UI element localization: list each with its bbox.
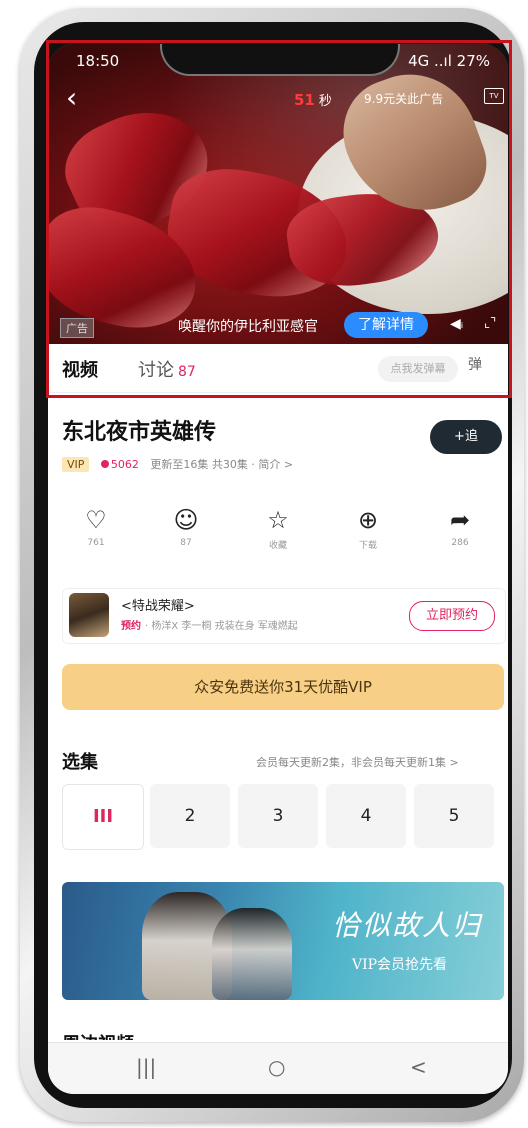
home-button[interactable]: ○ bbox=[268, 1055, 285, 1079]
update-info[interactable]: 更新至16集 共30集 · 简介 > bbox=[150, 458, 293, 471]
fullscreen-icon[interactable]: ⌞⌝ bbox=[484, 316, 496, 331]
learn-more-button[interactable]: 了解详情 bbox=[344, 312, 428, 338]
ad-tag: 广告 bbox=[60, 318, 94, 338]
status-bar: 18:50 4G ..ıl 27% bbox=[48, 44, 508, 78]
booking-desc: · 杨洋X 李一桐 戎装在身 军魂燃起 bbox=[145, 621, 298, 632]
tv-cast-icon[interactable]: TV bbox=[484, 88, 504, 104]
ad-countdown: 51 秒 bbox=[294, 90, 332, 109]
episode-item[interactable]: 3 bbox=[238, 784, 318, 848]
banner-subtitle: VIP会员抢先看 bbox=[352, 957, 448, 973]
video-top-bar: ‹ 51 秒 9.9元关此广告 TV bbox=[48, 84, 508, 114]
heat-value: 5062 bbox=[110, 458, 139, 471]
status-indicators: 4G ..ıl 27% bbox=[408, 52, 490, 70]
follow-button[interactable]: +追 bbox=[430, 420, 502, 454]
episode-item[interactable]: 5 bbox=[414, 784, 494, 848]
booking-title: <特战荣耀> bbox=[121, 599, 195, 614]
book-now-button[interactable]: 立即预约 bbox=[409, 601, 495, 631]
volume-icon[interactable]: ◀ᵢ bbox=[450, 316, 463, 332]
danmu-toggle-icon[interactable]: 弹 bbox=[468, 354, 498, 382]
close-ad-link[interactable]: 9.9元关此广告 bbox=[364, 90, 443, 107]
vip-badge: VIP bbox=[62, 457, 90, 472]
phone-screen: 18:50 4G ..ıl 27% ‹ 51 秒 9.9元关此广告 TV 广告 唤… bbox=[48, 44, 508, 1094]
back-arrow-icon[interactable]: ‹ bbox=[66, 84, 77, 112]
ad-slogan: 唤醒你的伊比利亚感官 bbox=[178, 319, 318, 335]
ad-countdown-unit: 秒 bbox=[318, 94, 332, 109]
promo-drama-banner[interactable]: 恰似故人归 VIP会员抢先看 bbox=[62, 882, 504, 1000]
video-bottom-bar: 广告 唤醒你的伊比利亚感官 了解详情 ◀ᵢ ⌞⌝ bbox=[48, 306, 508, 342]
show-thumbnail bbox=[69, 593, 109, 637]
danmu-input[interactable]: 点我发弹幕 bbox=[378, 356, 458, 382]
share-action[interactable]: ➦ 286 bbox=[430, 506, 490, 548]
comment-count: 87 bbox=[180, 538, 192, 548]
related-videos-heading: 周边视频 bbox=[62, 1030, 134, 1040]
back-button[interactable]: < bbox=[410, 1055, 427, 1079]
tab-discuss-label: 讨论 bbox=[138, 360, 174, 381]
camera-notch bbox=[160, 44, 400, 76]
download-action[interactable]: ⊕ 下载 bbox=[338, 506, 398, 551]
ad-countdown-number: 51 bbox=[294, 91, 315, 109]
video-player[interactable]: 18:50 4G ..ıl 27% ‹ 51 秒 9.9元关此广告 TV 广告 唤… bbox=[48, 44, 508, 344]
status-time: 18:50 bbox=[76, 52, 120, 70]
episode-list: III 2 3 4 5 bbox=[62, 784, 508, 850]
share-count: 286 bbox=[451, 538, 469, 548]
like-count: 761 bbox=[87, 538, 105, 548]
episodes-note[interactable]: 会员每天更新2集，非会员每天更新1集 > bbox=[256, 754, 459, 770]
booking-subtitle: 预约 · 杨洋X 李一桐 戎装在身 军魂燃起 bbox=[121, 617, 298, 632]
episode-item[interactable]: 4 bbox=[326, 784, 406, 848]
booking-tag: 预约 bbox=[121, 621, 141, 632]
tab-discuss[interactable]: 讨论 87 bbox=[138, 356, 196, 382]
episodes-heading: 选集 bbox=[62, 752, 98, 773]
action-row: ♡ 761 ☺ 87 ☆ 收藏 ⊕ 下载 ➦ 286 bbox=[48, 506, 508, 566]
episode-item-playing[interactable]: III bbox=[62, 784, 144, 850]
favorite-action[interactable]: ☆ 收藏 bbox=[248, 506, 308, 551]
episode-item[interactable]: 2 bbox=[150, 784, 230, 848]
system-nav-bar: ||| ○ < bbox=[48, 1042, 508, 1094]
vip-promo-banner[interactable]: 众安免费送你31天优酷VIP bbox=[62, 664, 504, 710]
flame-icon bbox=[100, 460, 109, 468]
booking-card[interactable]: <特战荣耀> 预约 · 杨洋X 李一桐 戎装在身 军魂燃起 立即预约 bbox=[62, 588, 506, 644]
download-label: 下载 bbox=[358, 541, 377, 551]
heat-count: 5062 bbox=[100, 458, 139, 471]
download-icon: ⊕ bbox=[357, 506, 379, 534]
favorite-label: 收藏 bbox=[268, 541, 287, 551]
share-icon: ➦ bbox=[449, 506, 471, 534]
recents-button[interactable]: ||| bbox=[136, 1055, 156, 1079]
comment-action[interactable]: ☺ 87 bbox=[156, 506, 216, 548]
show-meta: VIP 5062 更新至16集 共30集 · 简介 > bbox=[62, 456, 293, 476]
tab-video[interactable]: 视频 bbox=[62, 356, 98, 382]
star-icon: ☆ bbox=[267, 506, 289, 534]
like-action[interactable]: ♡ 761 bbox=[66, 506, 126, 548]
show-title: 东北夜市英雄传 bbox=[62, 420, 217, 445]
content-tabs: 视频 讨论 87 点我发弹幕 弹 bbox=[48, 344, 508, 393]
discuss-count: 87 bbox=[178, 364, 196, 380]
heart-icon: ♡ bbox=[85, 506, 107, 534]
banner-figure bbox=[212, 908, 292, 1000]
comment-icon: ☺ bbox=[173, 506, 199, 534]
banner-title: 恰似故人归 bbox=[332, 909, 483, 942]
